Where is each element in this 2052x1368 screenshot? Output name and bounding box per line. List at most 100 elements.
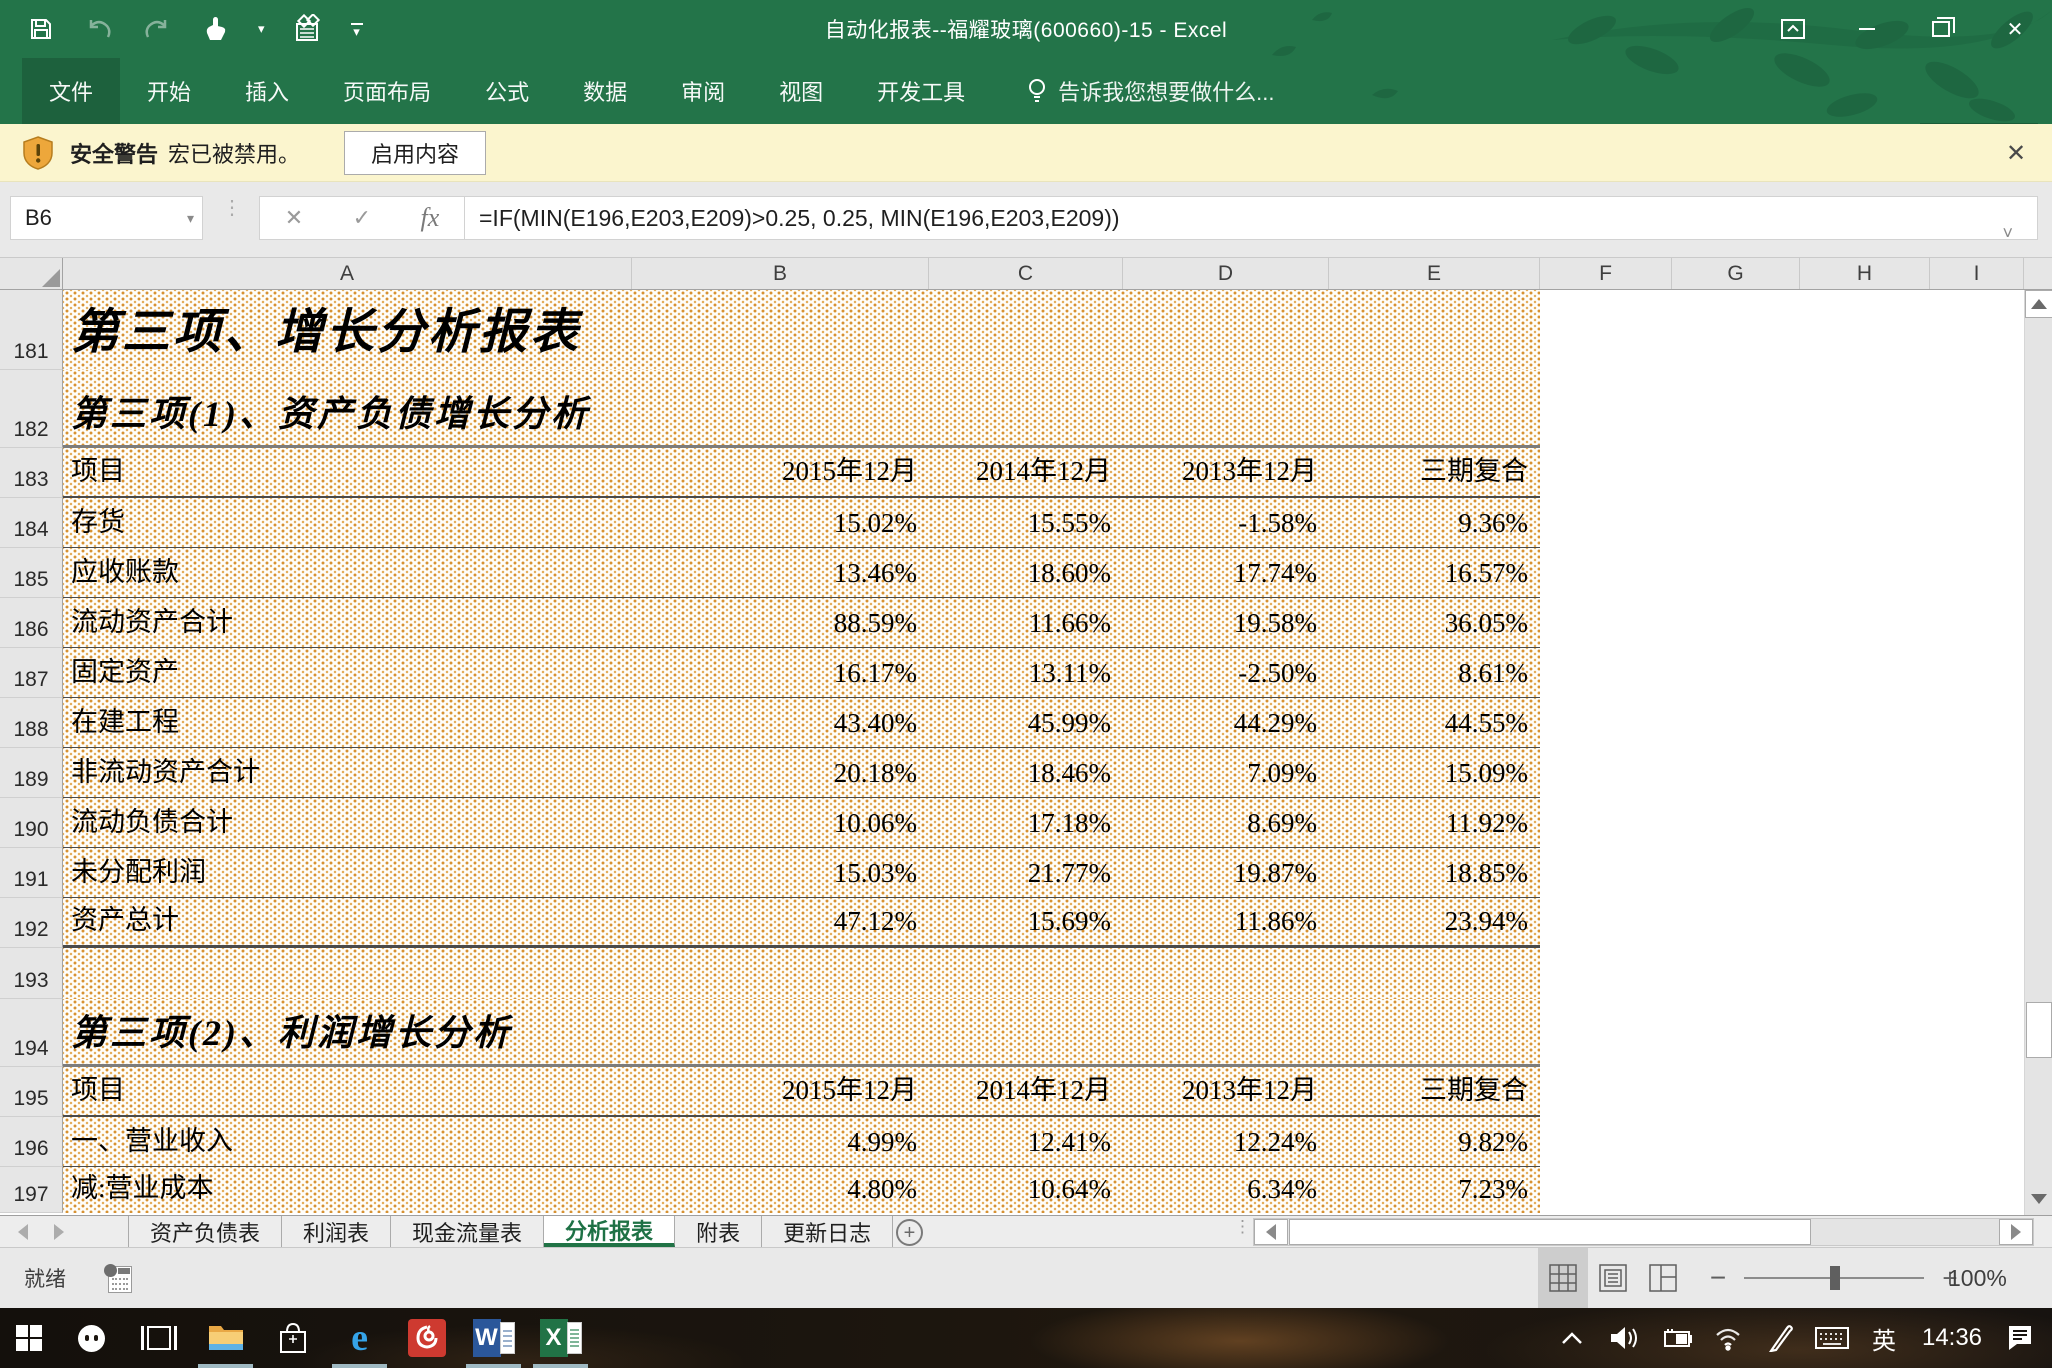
ribbon-tab-2[interactable]: 插入 (218, 58, 316, 124)
ribbon-tab-0[interactable]: 文件 (22, 58, 120, 124)
empty-grid-area-192[interactable] (1540, 898, 2052, 948)
cell-189-4[interactable]: 15.09% (1329, 748, 1540, 797)
store-button[interactable] (259, 1308, 326, 1368)
cell-184-2[interactable]: 15.55% (929, 498, 1123, 547)
report-tool-icon[interactable] (293, 14, 323, 44)
empty-grid-area-182[interactable] (1540, 370, 2052, 448)
undo-icon[interactable] (84, 14, 114, 44)
cell-190-2[interactable]: 17.18% (929, 798, 1123, 847)
vertical-scroll-thumb[interactable] (2026, 1002, 2052, 1058)
cell-184-0[interactable]: 存货 (63, 498, 632, 547)
column-header-A[interactable]: A (63, 258, 632, 289)
touch-mouse-mode-icon[interactable] (200, 14, 230, 44)
cell-189-0[interactable]: 非流动资产合计 (63, 748, 632, 797)
cell-197-0[interactable]: 减:营业成本 (63, 1167, 632, 1213)
sheet-tab-4[interactable]: 附表 (675, 1216, 762, 1247)
cell-188-2[interactable]: 45.99% (929, 698, 1123, 747)
empty-grid-area-194[interactable] (1540, 999, 2052, 1067)
column-header-B[interactable]: B (632, 258, 929, 289)
touch-keyboard-icon[interactable] (1810, 1308, 1854, 1368)
cell-189-2[interactable]: 18.46% (929, 748, 1123, 797)
cell-195-2[interactable]: 2014年12月 (929, 1067, 1123, 1115)
cell-192-4[interactable]: 23.94% (1329, 898, 1540, 945)
zoom-slider-thumb[interactable] (1830, 1266, 1840, 1290)
cell-197-3[interactable]: 6.34% (1123, 1167, 1329, 1213)
row-header-197[interactable]: 197 (0, 1167, 63, 1213)
scroll-left-button[interactable] (1254, 1219, 1288, 1245)
save-icon[interactable] (26, 14, 56, 44)
sheet-tab-3[interactable]: 分析报表 (544, 1216, 675, 1247)
clock[interactable]: 14:36 (1914, 1324, 1990, 1352)
scroll-right-button[interactable] (1999, 1219, 2033, 1245)
vertical-scrollbar[interactable] (2024, 290, 2052, 1215)
warning-close-icon[interactable]: ✕ (1996, 124, 2036, 182)
cell-188-0[interactable]: 在建工程 (63, 698, 632, 747)
ime-language-indicator[interactable]: 英 (1862, 1308, 1906, 1368)
cell-186-4[interactable]: 36.05% (1329, 598, 1540, 647)
row-header-194[interactable]: 194 (0, 999, 63, 1067)
row-header-192[interactable]: 192 (0, 898, 63, 948)
formula-input[interactable]: =IF(MIN(E196,E203,E209)>0.25, 0.25, MIN(… (464, 196, 2038, 240)
cell-183-0[interactable]: 项目 (63, 448, 632, 496)
name-box-dropdown-icon[interactable]: ▾ (187, 210, 194, 227)
cell-190-4[interactable]: 11.92% (1329, 798, 1540, 847)
row-header-181[interactable]: 181 (0, 290, 63, 370)
prev-sheet-icon[interactable] (18, 1224, 28, 1240)
enable-content-button[interactable]: 启用内容 (344, 131, 486, 175)
empty-grid-area-196[interactable] (1540, 1117, 2052, 1167)
cell-188-3[interactable]: 44.29% (1123, 698, 1329, 747)
tell-me-box[interactable]: 告诉我您想要做什么... (1026, 58, 1274, 124)
touch-mode-dropdown-icon[interactable]: ▾ (258, 25, 265, 33)
ribbon-tab-4[interactable]: 公式 (458, 58, 556, 124)
cell-186-1[interactable]: 88.59% (632, 598, 929, 647)
empty-grid-area-186[interactable] (1540, 598, 2052, 648)
excel-button[interactable]: X (527, 1308, 594, 1368)
cell-195-1[interactable]: 2015年12月 (632, 1067, 929, 1115)
cell-187-0[interactable]: 固定资产 (63, 648, 632, 697)
netease-music-button[interactable] (393, 1308, 460, 1368)
empty-grid-area-181[interactable] (1540, 290, 2052, 370)
cell-196-4[interactable]: 9.82% (1329, 1117, 1540, 1166)
cell-186-2[interactable]: 11.66% (929, 598, 1123, 647)
cell-191-4[interactable]: 18.85% (1329, 848, 1540, 897)
cell-195-3[interactable]: 2013年12月 (1123, 1067, 1329, 1115)
cell-186-0[interactable]: 流动资产合计 (63, 598, 632, 647)
cell-185-4[interactable]: 16.57% (1329, 548, 1540, 597)
cell-189-3[interactable]: 7.09% (1123, 748, 1329, 797)
select-all-corner[interactable] (0, 258, 63, 289)
row-header-193[interactable]: 193 (0, 948, 63, 999)
cell-184-1[interactable]: 15.02% (632, 498, 929, 547)
ribbon-tab-3[interactable]: 页面布局 (316, 58, 458, 124)
empty-grid-area-185[interactable] (1540, 548, 2052, 598)
ribbon-tab-8[interactable]: 开发工具 (850, 58, 992, 124)
cell-186-3[interactable]: 19.58% (1123, 598, 1329, 647)
file-explorer-button[interactable] (192, 1308, 259, 1368)
cell-196-0[interactable]: 一、营业收入 (63, 1117, 632, 1166)
cell-192-3[interactable]: 11.86% (1123, 898, 1329, 945)
cell-196-1[interactable]: 4.99% (632, 1117, 929, 1166)
cell-196-2[interactable]: 12.41% (929, 1117, 1123, 1166)
word-button[interactable]: W (460, 1308, 527, 1368)
horizontal-scrollbar[interactable] (1253, 1218, 2034, 1246)
close-button[interactable]: ✕ (1978, 0, 2052, 58)
redo-icon[interactable] (142, 14, 172, 44)
empty-grid-area-190[interactable] (1540, 798, 2052, 848)
cell-197-2[interactable]: 10.64% (929, 1167, 1123, 1213)
cell-187-4[interactable]: 8.61% (1329, 648, 1540, 697)
volume-icon[interactable] (1602, 1308, 1646, 1368)
empty-grid-area-183[interactable] (1540, 448, 2052, 498)
cell-191-2[interactable]: 21.77% (929, 848, 1123, 897)
new-sheet-button[interactable]: + (896, 1219, 923, 1246)
cell-191-0[interactable]: 未分配利润 (63, 848, 632, 897)
row-header-196[interactable]: 196 (0, 1117, 63, 1167)
sheet-tab-1[interactable]: 利润表 (282, 1216, 391, 1247)
expand-formula-bar-icon[interactable]: ˅ (2002, 223, 2013, 240)
confirm-entry-icon[interactable]: ✓ (353, 205, 371, 231)
zoom-level[interactable]: 100% (1948, 1248, 2007, 1308)
cell-190-0[interactable]: 流动负债合计 (63, 798, 632, 847)
cell-191-1[interactable]: 15.03% (632, 848, 929, 897)
page-break-preview-button[interactable] (1638, 1248, 1688, 1308)
cell-184-3[interactable]: -1.58% (1123, 498, 1329, 547)
row-header-186[interactable]: 186 (0, 598, 63, 648)
cell-196-3[interactable]: 12.24% (1123, 1117, 1329, 1166)
